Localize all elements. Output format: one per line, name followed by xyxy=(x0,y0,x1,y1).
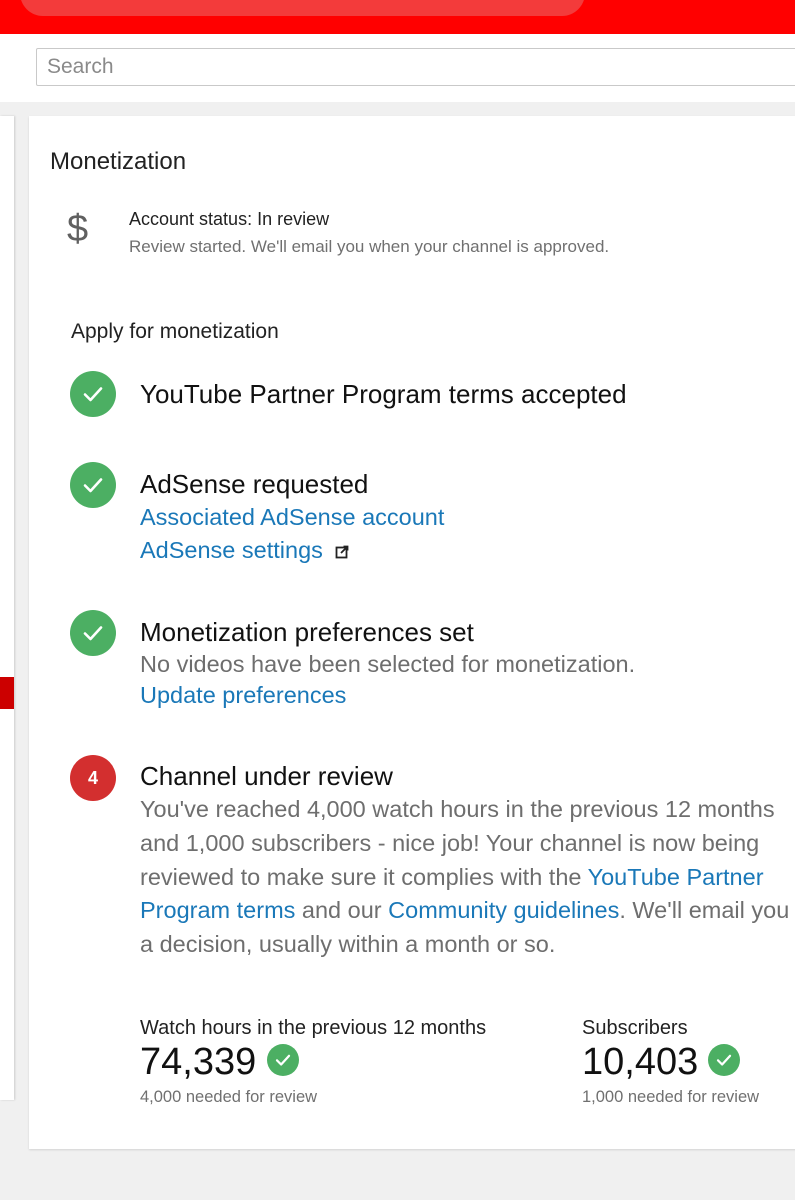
search-bar xyxy=(0,34,795,102)
external-link-icon xyxy=(335,538,349,565)
check-icon xyxy=(70,610,116,656)
monetization-card: Monetization $ Account status: In review… xyxy=(29,116,795,1149)
subscribers-label: Subscribers xyxy=(582,1017,688,1039)
subscribers-sub: 1,000 needed for review xyxy=(582,1088,760,1106)
watch-hours-label: Watch hours in the previous 12 months xyxy=(140,1017,487,1039)
step-preferences-text: No videos have been selected for monetiz… xyxy=(140,651,636,677)
step-review-title: Channel under review xyxy=(140,761,393,791)
associated-adsense-link[interactable]: Associated AdSense account xyxy=(140,504,444,531)
account-status-subtitle: Review started. We'll email you when you… xyxy=(129,237,610,256)
apply-heading: Apply for monetization xyxy=(71,320,279,343)
adsense-settings-label: AdSense settings xyxy=(140,537,323,563)
step-adsense-title: AdSense requested xyxy=(140,469,369,499)
subscribers-value: 10,403 xyxy=(582,1041,699,1083)
adsense-settings-link[interactable]: AdSense settings xyxy=(140,537,349,565)
check-icon xyxy=(708,1044,740,1076)
watch-hours-value: 74,339 xyxy=(140,1041,257,1083)
community-guidelines-link[interactable]: Community guidelines xyxy=(388,897,619,923)
account-status-title: Account status: In review xyxy=(129,209,330,229)
step-preferences-title: Monetization preferences set xyxy=(140,617,474,647)
check-icon xyxy=(70,462,116,508)
watch-hours-sub: 4,000 needed for review xyxy=(140,1088,318,1106)
search-input[interactable] xyxy=(36,48,795,86)
check-icon xyxy=(70,371,116,417)
sidebar-active-indicator xyxy=(0,677,14,709)
update-preferences-link[interactable]: Update preferences xyxy=(140,682,346,709)
top-app-bar xyxy=(0,0,795,34)
top-bar-pill xyxy=(20,0,585,16)
card-title: Monetization xyxy=(50,148,187,175)
step-number-badge: 4 xyxy=(70,755,116,801)
dollar-icon: $ xyxy=(67,208,89,250)
check-icon xyxy=(267,1044,299,1076)
left-sidebar-panel xyxy=(0,116,14,1100)
step-review-text: You've reached 4,000 watch hours in the … xyxy=(140,793,790,962)
step-terms-title: YouTube Partner Program terms accepted xyxy=(140,379,627,409)
review-text-mid: and our xyxy=(295,897,389,924)
